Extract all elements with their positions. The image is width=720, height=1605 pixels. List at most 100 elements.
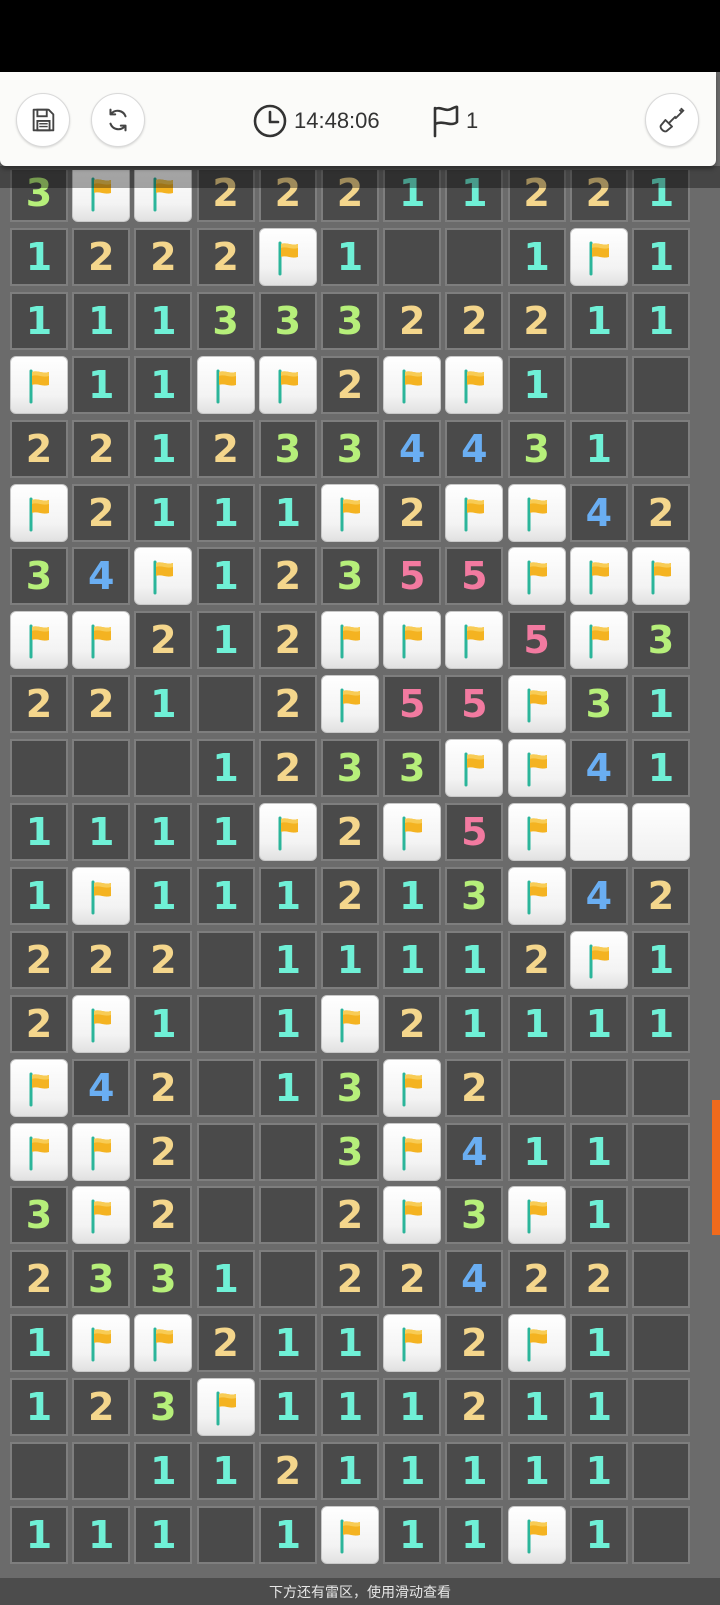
- number-cell[interactable]: 1: [10, 1378, 68, 1437]
- empty-cell[interactable]: [10, 739, 68, 798]
- number-cell[interactable]: 1: [134, 675, 193, 734]
- empty-cell[interactable]: [258, 1250, 317, 1309]
- flagged-cell[interactable]: [507, 547, 566, 606]
- number-cell[interactable]: 4: [72, 547, 131, 606]
- number-cell[interactable]: 3: [196, 291, 255, 350]
- number-cell[interactable]: 2: [196, 227, 255, 286]
- number-cell[interactable]: 4: [569, 739, 628, 798]
- number-cell[interactable]: 2: [10, 930, 68, 989]
- save-button[interactable]: [16, 93, 70, 147]
- number-cell[interactable]: 2: [258, 739, 317, 798]
- flagged-cell[interactable]: [569, 547, 628, 606]
- number-cell[interactable]: 2: [569, 1250, 628, 1309]
- number-cell[interactable]: 1: [134, 866, 193, 925]
- number-cell[interactable]: 1: [383, 1505, 442, 1564]
- empty-cell[interactable]: [632, 419, 690, 478]
- number-cell[interactable]: 2: [321, 1186, 379, 1245]
- number-cell[interactable]: 2: [507, 1250, 566, 1309]
- number-cell[interactable]: 2: [72, 675, 131, 734]
- number-cell[interactable]: 1: [258, 866, 317, 925]
- number-cell[interactable]: 2: [72, 1378, 131, 1437]
- number-cell[interactable]: 1: [632, 994, 690, 1053]
- number-cell[interactable]: 1: [507, 994, 566, 1053]
- number-cell[interactable]: 2: [258, 675, 317, 734]
- unrevealed-cell[interactable]: [569, 803, 628, 861]
- number-cell[interactable]: 1: [321, 1442, 379, 1500]
- number-cell[interactable]: 2: [445, 1378, 504, 1437]
- flagged-cell[interactable]: [507, 483, 566, 542]
- number-cell[interactable]: 2: [134, 1186, 193, 1245]
- number-cell[interactable]: 1: [445, 1442, 504, 1500]
- number-cell[interactable]: 4: [569, 483, 628, 542]
- number-cell[interactable]: 3: [445, 866, 504, 925]
- empty-cell[interactable]: [632, 1378, 690, 1437]
- number-cell[interactable]: 1: [445, 930, 504, 989]
- number-cell[interactable]: 1: [569, 419, 628, 478]
- number-cell[interactable]: 1: [632, 227, 690, 286]
- empty-cell[interactable]: [196, 1186, 255, 1245]
- number-cell[interactable]: 5: [445, 547, 504, 606]
- number-cell[interactable]: 2: [134, 227, 193, 286]
- number-cell[interactable]: 3: [134, 1378, 193, 1437]
- number-cell[interactable]: 1: [445, 1505, 504, 1564]
- number-cell[interactable]: 2: [258, 1442, 317, 1500]
- number-cell[interactable]: 4: [569, 866, 628, 925]
- number-cell[interactable]: 1: [134, 994, 193, 1053]
- number-cell[interactable]: 1: [134, 483, 193, 542]
- number-cell[interactable]: 2: [134, 1058, 193, 1117]
- number-cell[interactable]: 1: [196, 739, 255, 798]
- number-cell[interactable]: 3: [507, 419, 566, 478]
- number-cell[interactable]: 2: [632, 866, 690, 925]
- flagged-cell[interactable]: [445, 611, 504, 670]
- empty-cell[interactable]: [72, 1442, 131, 1500]
- flagged-cell[interactable]: [196, 355, 255, 414]
- flagged-cell[interactable]: [383, 355, 442, 414]
- empty-cell[interactable]: [632, 1122, 690, 1181]
- flagged-cell[interactable]: [134, 547, 193, 606]
- empty-cell[interactable]: [72, 739, 131, 798]
- number-cell[interactable]: 1: [10, 227, 68, 286]
- flagged-cell[interactable]: [10, 1122, 68, 1181]
- empty-cell[interactable]: [10, 1442, 68, 1500]
- number-cell[interactable]: 1: [321, 1378, 379, 1437]
- flagged-cell[interactable]: [507, 1186, 566, 1245]
- number-cell[interactable]: 1: [507, 1442, 566, 1500]
- number-cell[interactable]: 1: [258, 1314, 317, 1373]
- flagged-cell[interactable]: [321, 611, 379, 670]
- empty-cell[interactable]: [258, 1186, 317, 1245]
- flagged-cell[interactable]: [72, 1122, 131, 1181]
- number-cell[interactable]: 1: [134, 355, 193, 414]
- flagged-cell[interactable]: [507, 675, 566, 734]
- flagged-cell[interactable]: [258, 803, 317, 861]
- number-cell[interactable]: 5: [383, 547, 442, 606]
- number-cell[interactable]: 1: [569, 1505, 628, 1564]
- flagged-cell[interactable]: [445, 355, 504, 414]
- flagged-cell[interactable]: [569, 611, 628, 670]
- number-cell[interactable]: 1: [321, 1314, 379, 1373]
- number-cell[interactable]: 2: [383, 1250, 442, 1309]
- number-cell[interactable]: 2: [321, 866, 379, 925]
- number-cell[interactable]: 1: [72, 803, 131, 861]
- number-cell[interactable]: 1: [196, 547, 255, 606]
- flagged-cell[interactable]: [321, 994, 379, 1053]
- empty-cell[interactable]: [507, 1058, 566, 1117]
- flagged-cell[interactable]: [383, 611, 442, 670]
- flagged-cell[interactable]: [196, 1378, 255, 1437]
- number-cell[interactable]: 2: [321, 355, 379, 414]
- number-cell[interactable]: 3: [632, 611, 690, 670]
- number-cell[interactable]: 3: [445, 1186, 504, 1245]
- number-cell[interactable]: 1: [569, 1186, 628, 1245]
- flagged-cell[interactable]: [383, 803, 442, 861]
- number-cell[interactable]: 2: [258, 547, 317, 606]
- empty-cell[interactable]: [196, 1122, 255, 1181]
- empty-cell[interactable]: [632, 355, 690, 414]
- empty-cell[interactable]: [196, 675, 255, 734]
- number-cell[interactable]: 5: [383, 675, 442, 734]
- number-cell[interactable]: 1: [196, 803, 255, 861]
- number-cell[interactable]: 2: [196, 419, 255, 478]
- number-cell[interactable]: 1: [10, 866, 68, 925]
- empty-cell[interactable]: [632, 1058, 690, 1117]
- number-cell[interactable]: 4: [445, 419, 504, 478]
- empty-cell[interactable]: [632, 1314, 690, 1373]
- flagged-cell[interactable]: [72, 1314, 131, 1373]
